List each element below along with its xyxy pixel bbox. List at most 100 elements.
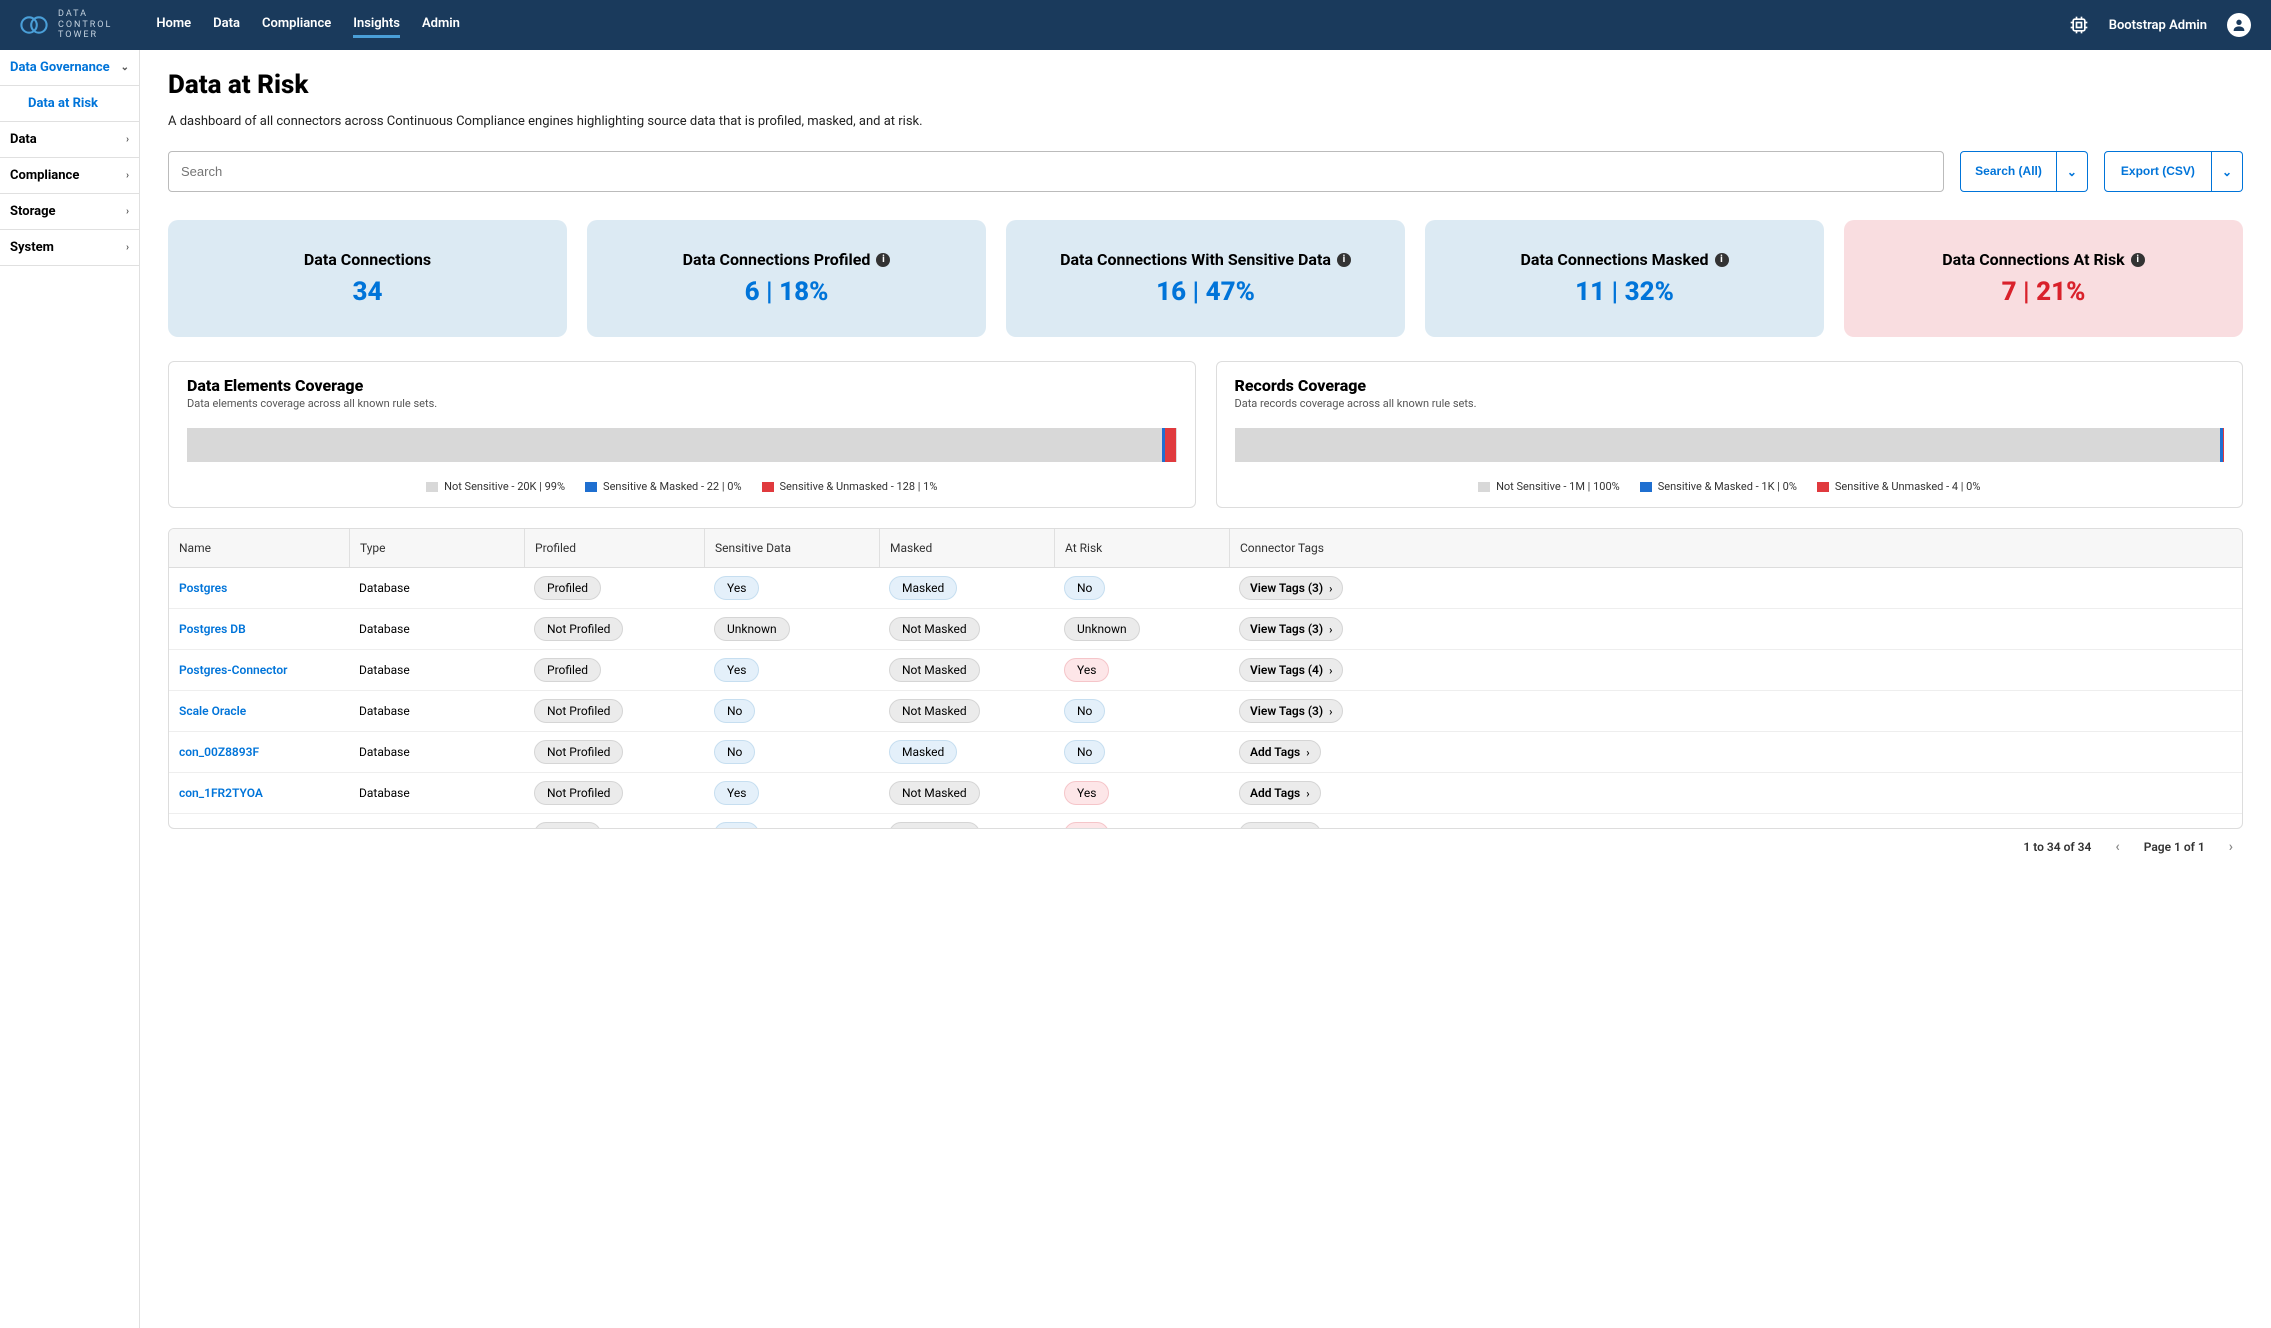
connector-link[interactable]: Postgres xyxy=(179,581,227,595)
stat-title: Data Connections Profiled i xyxy=(683,250,891,269)
table-header: NameTypeProfiledSensitive DataMaskedAt R… xyxy=(169,529,2242,568)
prev-page[interactable]: ‹ xyxy=(2111,839,2123,855)
coverage-legend: Not Sensitive - 20K | 99%Sensitive & Mas… xyxy=(187,480,1177,493)
table-row: Scale OracleDatabaseNot ProfiledNoNot Ma… xyxy=(169,691,2242,732)
status-pill: Not Profiled xyxy=(534,740,623,764)
export-button[interactable]: Export (CSV) xyxy=(2104,151,2212,192)
status-pill: Not Profiled xyxy=(534,781,623,805)
nav-admin[interactable]: Admin xyxy=(422,12,460,38)
chevron-right-icon: › xyxy=(1329,664,1332,677)
table-row: con_1FR2TYOADatabaseNot ProfiledYesNot M… xyxy=(169,773,2242,814)
legend-item: Not Sensitive - 1M | 100% xyxy=(1478,480,1620,493)
sidebar-sub-data-at-risk[interactable]: Data at Risk xyxy=(0,86,139,122)
chevron-right-icon: › xyxy=(1306,746,1309,759)
sidebar-item-data[interactable]: Data› xyxy=(0,122,139,158)
tags-button[interactable]: Add Tags › xyxy=(1239,781,1321,805)
nav-compliance[interactable]: Compliance xyxy=(262,12,331,38)
column-header[interactable]: Name xyxy=(169,529,349,567)
search-box xyxy=(168,151,1944,192)
status-pill: Unknown xyxy=(714,617,790,641)
tags-button[interactable]: View Tags (3) › xyxy=(1239,699,1343,723)
sidebar-item-data-governance[interactable]: Data Governance⌄ xyxy=(0,50,139,86)
sidebar-item-system[interactable]: System› xyxy=(0,230,139,266)
connector-link[interactable]: con_00Z8893F xyxy=(179,745,259,759)
stat-value: 6 | 18% xyxy=(597,277,976,307)
table-row: Postgres DB Database Not Profiled Unknown No… xyxy=(169,609,2242,650)
column-header[interactable]: Type xyxy=(349,529,524,567)
cell-type: Database xyxy=(349,614,524,644)
search-button[interactable]: Search (All) xyxy=(1960,151,2057,192)
coverage-row: Data Elements CoverageData elements cove… xyxy=(168,361,2243,508)
connector-link[interactable]: con_1FR2TYOA xyxy=(179,786,263,800)
cell-type: Database xyxy=(349,573,524,603)
connectors-table: NameTypeProfiledSensitive DataMaskedAt R… xyxy=(168,528,2243,829)
status-pill: Not Profiled xyxy=(534,617,623,641)
status-pill: Not Profiled xyxy=(534,699,623,723)
coverage-desc: Data records coverage across all known r… xyxy=(1235,397,2225,410)
tags-button[interactable]: View Tags (3) › xyxy=(1239,617,1343,641)
avatar[interactable] xyxy=(2227,13,2251,37)
search-input[interactable] xyxy=(169,152,1943,191)
chevron-right-icon: › xyxy=(1306,828,1309,829)
status-pill: No xyxy=(1064,740,1105,764)
sidebar-item-storage[interactable]: Storage› xyxy=(0,194,139,230)
logo[interactable]: DATA CONTROL TOWER xyxy=(20,9,112,41)
coverage-panel: Data Elements CoverageData elements cove… xyxy=(168,361,1196,508)
chevron-right-icon: › xyxy=(1329,623,1332,636)
stat-cards: Data Connections34Data Connections Profi… xyxy=(168,220,2243,337)
status-pill: Yes xyxy=(1064,781,1109,805)
chevron-right-icon: › xyxy=(1306,787,1309,800)
search-dropdown[interactable]: ⌄ xyxy=(2057,151,2088,192)
stat-title: Data Connections Masked i xyxy=(1521,250,1729,269)
coverage-panel: Records Coverage Data records coverage ac… xyxy=(1216,361,2244,508)
tags-button[interactable]: View Tags (4) › xyxy=(1239,658,1343,682)
export-dropdown[interactable]: ⌄ xyxy=(2212,151,2243,192)
nav-data[interactable]: Data xyxy=(213,12,240,38)
status-pill: Not Masked xyxy=(889,617,980,641)
top-bar: DATA CONTROL TOWER Home Data Compliance Ins… xyxy=(0,0,2271,50)
status-pill: No xyxy=(714,699,755,723)
logo-text: DATA CONTROL TOWER xyxy=(58,9,112,41)
nav-home[interactable]: Home xyxy=(156,12,191,38)
info-icon[interactable]: i xyxy=(876,253,890,267)
sidebar-item-compliance[interactable]: Compliance› xyxy=(0,158,139,194)
stat-card: Data Connections34 xyxy=(168,220,567,337)
settings-icon[interactable] xyxy=(2069,15,2089,35)
coverage-title: Records Coverage xyxy=(1235,376,2225,395)
connector-link[interactable]: Scale Oracle xyxy=(179,704,246,718)
cell-type: Database xyxy=(349,655,524,685)
column-header[interactable]: Profiled xyxy=(524,529,704,567)
column-header[interactable]: Masked xyxy=(879,529,1054,567)
stat-card: Data Connections Profiled i 6 | 18% xyxy=(587,220,986,337)
chevron-down-icon: ⌄ xyxy=(2067,165,2077,179)
stat-title: Data Connections With Sensitive Data i xyxy=(1060,250,1351,269)
connector-link[interactable]: con_2BN9BSQV xyxy=(179,827,265,828)
connector-link[interactable]: Postgres DB xyxy=(179,622,246,636)
legend-item: Not Sensitive - 20K | 99% xyxy=(426,480,565,493)
info-icon[interactable]: i xyxy=(1337,253,1351,267)
connector-link[interactable]: Postgres-Connector xyxy=(179,663,287,677)
tags-button[interactable]: Add Tags › xyxy=(1239,740,1321,764)
stat-value: 16 | 47% xyxy=(1016,277,1395,307)
info-icon[interactable]: i xyxy=(2131,253,2145,267)
user-name[interactable]: Bootstrap Admin xyxy=(2109,18,2207,33)
topbar-right: Bootstrap Admin xyxy=(2069,13,2251,37)
next-page[interactable]: › xyxy=(2225,839,2237,855)
column-header[interactable]: At Risk xyxy=(1054,529,1229,567)
nav-insights[interactable]: Insights xyxy=(353,12,400,38)
column-header[interactable]: Connector Tags xyxy=(1229,529,2242,567)
export-btn-group: Export (CSV) ⌄ xyxy=(2104,151,2243,192)
tags-button[interactable]: Add Tags › xyxy=(1239,822,1321,828)
table-body[interactable]: PostgresDatabaseProfiledYesMaskedNoView … xyxy=(169,568,2242,828)
status-pill: Unknown xyxy=(1064,617,1140,641)
info-icon[interactable]: i xyxy=(1715,253,1729,267)
column-header[interactable]: Sensitive Data xyxy=(704,529,879,567)
stat-title: Data Connections xyxy=(304,250,431,269)
tags-button[interactable]: View Tags (3) › xyxy=(1239,576,1343,600)
search-btn-group: Search (All) ⌄ xyxy=(1960,151,2088,192)
coverage-desc: Data elements coverage across all known … xyxy=(187,397,1177,410)
chevron-down-icon: ⌄ xyxy=(121,62,129,73)
user-icon xyxy=(2231,17,2247,33)
status-pill: Not Masked xyxy=(889,699,980,723)
status-pill: Yes xyxy=(714,576,759,600)
